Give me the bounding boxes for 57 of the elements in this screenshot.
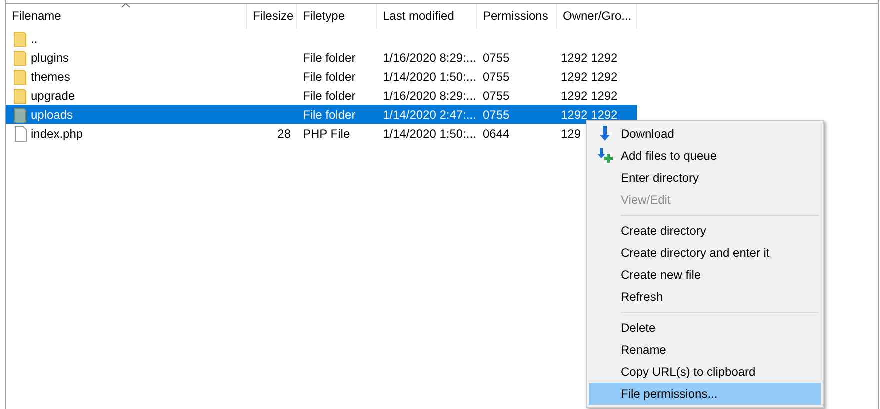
modified-cell: 1/16/2020 8:29:...: [383, 50, 476, 64]
column-header[interactable]: Owner/Gro...: [557, 4, 637, 29]
owner-cell: 129: [561, 126, 582, 140]
folder-icon: [14, 88, 28, 104]
column-header[interactable]: Permissions: [477, 4, 557, 29]
file-row[interactable]: upgrade File folder 1/16/2020 8:29:... 0755 1292 1292: [6, 86, 617, 105]
modified-cell: 1/16/2020 8:29:...: [383, 88, 476, 102]
menu-item[interactable]: Delete: [589, 317, 821, 339]
filename-text: uploads: [31, 108, 74, 122]
permissions-cell: 0644: [483, 126, 510, 140]
filesize-cell: 28: [278, 126, 291, 140]
modified-cell: 1/14/2020 2:47:...: [383, 108, 476, 122]
filetype-cell: File folder: [303, 108, 356, 122]
owner-cell: 1292 1292: [561, 88, 617, 102]
filename-text: ..: [31, 32, 38, 46]
folder-icon: [14, 50, 28, 66]
down-arrow-icon: [599, 126, 611, 142]
filename-text: themes: [31, 70, 70, 84]
folder-icon: [14, 68, 28, 84]
file-row[interactable]: uploads File folder 1/14/2020 2:47:... 0755 1292 1292: [6, 105, 637, 124]
menu-item[interactable]: Create directory: [589, 220, 821, 242]
filetype-cell: PHP File: [303, 126, 350, 140]
menu-item[interactable]: Create directory and enter it: [589, 242, 821, 264]
filetype-cell: File folder: [303, 70, 356, 84]
menu-item[interactable]: Refresh: [589, 286, 821, 308]
folder-icon: [14, 106, 28, 122]
modified-cell: 1/14/2020 1:50:...: [383, 126, 476, 140]
menu-item[interactable]: Add files to queue: [589, 145, 821, 167]
filetype-cell: File folder: [303, 88, 356, 102]
filename-text: plugins: [31, 50, 70, 64]
permissions-cell: 0755: [483, 70, 510, 84]
modified-cell: 1/14/2020 1:50:...: [383, 70, 476, 84]
filename-text: index.php: [31, 126, 84, 140]
column-header[interactable]: Last modified: [377, 4, 477, 29]
sort-caret-icon: [121, 3, 131, 8]
owner-cell: 1292 1292: [561, 108, 618, 122]
filetype-cell: File folder: [303, 50, 356, 64]
menu-item[interactable]: Copy URL(s) to clipboard: [589, 361, 821, 383]
menu-item[interactable]: File permissions...: [589, 383, 821, 405]
column-header[interactable]: Filesize: [247, 4, 297, 29]
file-row[interactable]: themes File folder 1/14/2020 1:50:... 0755 1292 1292: [6, 67, 617, 86]
menu-item[interactable]: Enter directory: [589, 167, 821, 189]
filename-text: upgrade: [31, 88, 76, 102]
add-to-queue-icon: [597, 148, 613, 164]
owner-cell: 1292 1292: [561, 70, 617, 84]
permissions-cell: 0755: [483, 88, 510, 102]
owner-cell: 1292 1292: [561, 50, 617, 64]
folder-icon: [14, 30, 28, 46]
file-row[interactable]: ..: [6, 29, 617, 48]
file-row[interactable]: plugins File folder 1/16/2020 8:29:... 0755 1292 1292: [6, 48, 617, 67]
menu-item[interactable]: Create new file: [589, 264, 821, 286]
permissions-cell: 0755: [483, 108, 510, 122]
column-header[interactable]: Filetype: [297, 4, 377, 29]
column-header[interactable]: Filename: [6, 4, 247, 29]
permissions-cell: 0755: [483, 50, 510, 64]
menu-item[interactable]: Rename: [589, 339, 821, 361]
file-icon: [14, 126, 28, 142]
